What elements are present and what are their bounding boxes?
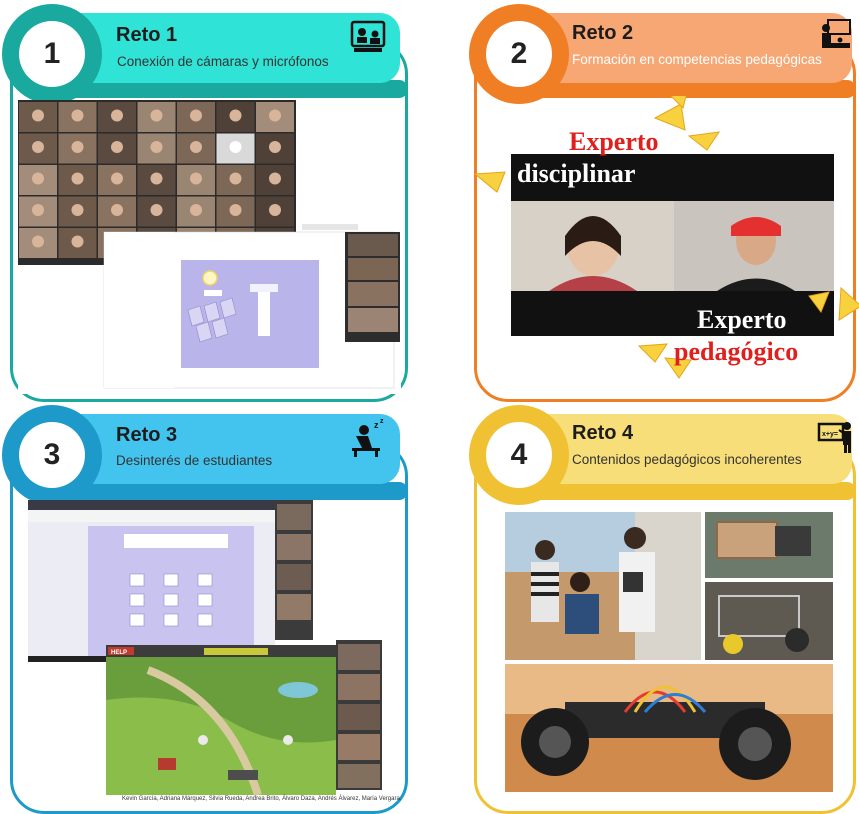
top-white-label: disciplinar [517, 159, 635, 188]
participant-face [71, 172, 84, 185]
svg-text:z: z [380, 418, 384, 425]
banner-shadow [519, 482, 856, 500]
challenge-title: Reto 2 [572, 22, 634, 44]
robotics-photo-art [505, 512, 833, 792]
participant-face [150, 172, 163, 185]
participant-face [111, 109, 123, 122]
participant-face [71, 141, 84, 153]
teacher-equation-icon: x+y= [817, 422, 851, 453]
video-call-grid [18, 100, 401, 394]
participant-face [111, 172, 123, 185]
challenge-banner [55, 13, 400, 83]
authors-caption: Kevin García, Adriana Márquez, Silvia Ru… [122, 796, 402, 802]
number-badge: 1 [2, 4, 102, 104]
svg-text:x+y=: x+y= [822, 431, 838, 438]
number-badge: 2 [469, 4, 569, 104]
participant-face [150, 204, 163, 216]
participant-face [229, 141, 242, 153]
challenge-panel-4: 4 Reto 4 Contenidos pedagógicos incohere… [439, 400, 859, 814]
challenge-subtitle: Contenidos pedagógicos incoherentes [572, 452, 802, 467]
participant-face [229, 109, 242, 122]
challenge-subtitle: Formación en competencias pedagógicas [572, 52, 822, 67]
challenge-title: Reto 3 [116, 424, 178, 446]
participant-face [71, 204, 84, 216]
participant-face [190, 204, 202, 216]
participant-face [32, 204, 44, 216]
participant-face [111, 204, 123, 216]
participant-face [269, 204, 281, 216]
number-text: 3 [19, 422, 85, 488]
challenge-subtitle: Conexión de cámaras y micrófonos [117, 54, 329, 69]
number-text: 4 [486, 422, 552, 488]
challenge-title: Reto 4 [572, 422, 634, 444]
participant-face [229, 172, 242, 185]
game-help-label: HELP [111, 650, 127, 656]
participant-face [190, 172, 202, 185]
video-call-screenshot [18, 100, 401, 394]
top-red-label: Experto [569, 127, 659, 156]
challenge-title: Reto 1 [116, 24, 178, 46]
video-call-icon [350, 20, 386, 52]
participant-face [229, 204, 242, 216]
bottom-white-label: Experto [697, 305, 787, 334]
participant-face [32, 172, 44, 185]
teacher-board-icon [822, 19, 851, 48]
participant-face [71, 235, 84, 248]
participant-face [32, 109, 44, 122]
challenge-subtitle: Desinterés de estudiantes [116, 453, 273, 468]
svg-text:z: z [374, 420, 379, 430]
expert-meeting-graphic: Experto disciplinar Experto pedagógico [469, 96, 859, 396]
participant-face [269, 141, 281, 153]
participant-face [150, 109, 163, 122]
number-text: 2 [486, 21, 552, 87]
banner-shadow [50, 482, 408, 500]
participant-face [32, 141, 44, 153]
participant-face [150, 141, 163, 153]
challenge-panel-2: 2 Reto 2 Formación en competencias pedag… [439, 0, 859, 402]
sleeping-student-icon: z z [352, 418, 384, 457]
number-badge: 3 [2, 405, 102, 505]
participant-face [269, 172, 281, 185]
participant-face [190, 109, 202, 122]
participant-face [190, 141, 202, 153]
participant-face [32, 235, 44, 248]
challenge-panel-3: 3 Reto 3 Desinterés de estudiantes z z H… [0, 400, 420, 814]
number-text: 1 [19, 21, 85, 87]
participant-face [71, 109, 84, 122]
expert-graphic: Experto disciplinar Experto pedagógico [473, 96, 859, 379]
number-badge: 4 [469, 405, 569, 505]
participant-face [269, 109, 281, 122]
game-screenshots: HELP [28, 500, 388, 800]
participant-face [111, 141, 123, 153]
game-screenshot-art: HELP [28, 500, 382, 797]
bottom-red-label: pedagógico [674, 337, 798, 366]
robotics-photos [505, 512, 833, 792]
challenge-panel-1: 1 Reto 1 Conexión de cámaras y micrófono… [0, 0, 420, 402]
